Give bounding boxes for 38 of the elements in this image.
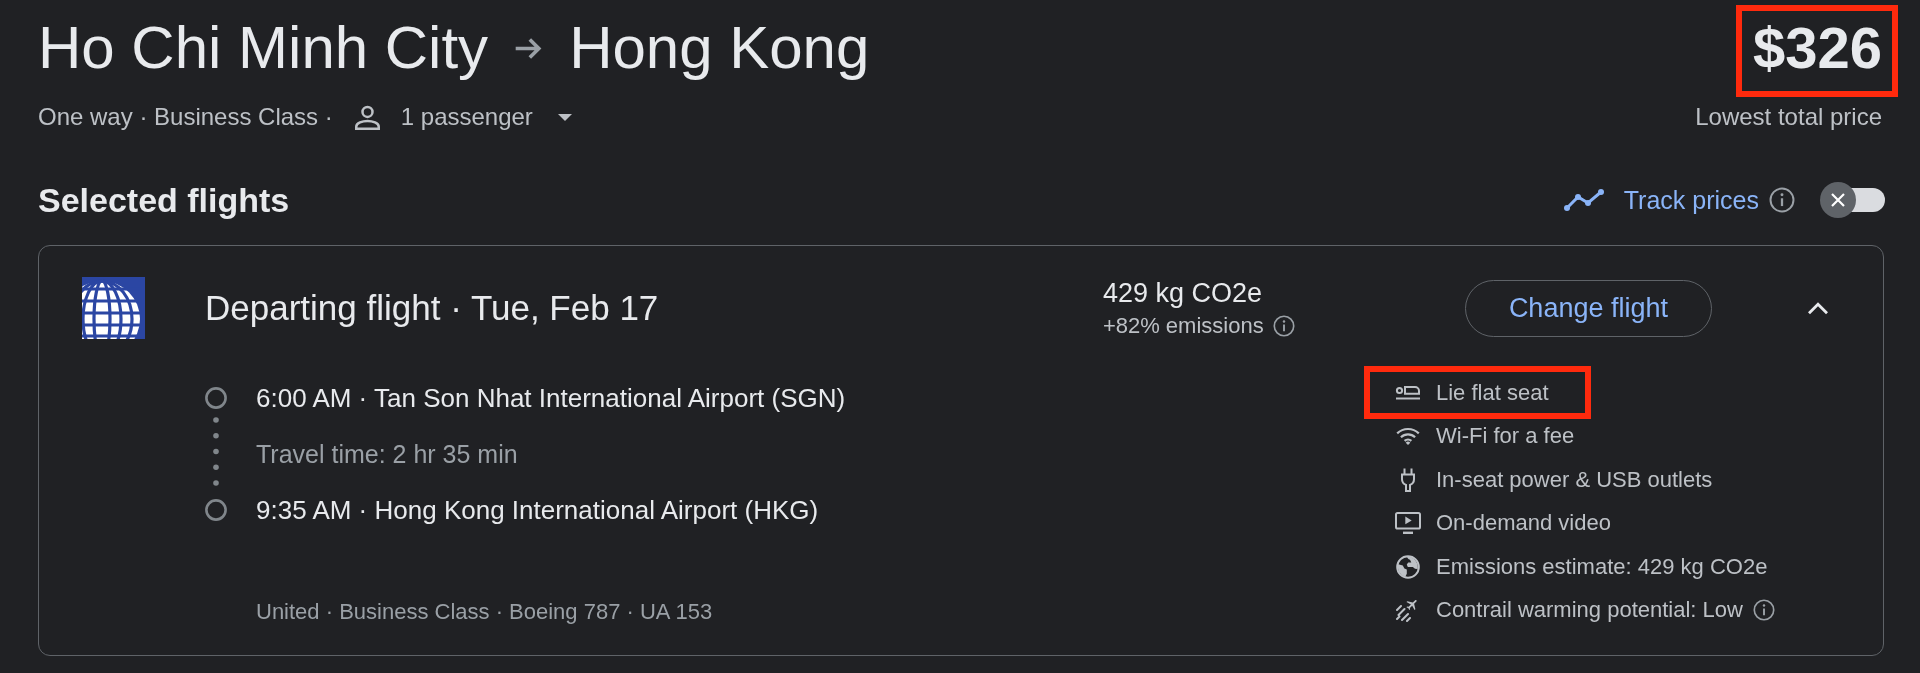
trend-line-icon [1563, 189, 1604, 211]
travel-time: Travel time: 2 hr 35 min [256, 439, 518, 470]
play-screen-icon [1395, 512, 1421, 535]
passenger-dropdown[interactable]: 1 passenger [354, 102, 572, 132]
amenity-label: Emissions estimate: 429 kg CO2e [1436, 552, 1768, 581]
info-icon[interactable] [1752, 599, 1775, 622]
section-title: Selected flights [38, 180, 290, 221]
amenity-label: Wi-Fi for a fee [1436, 422, 1575, 451]
globe-logo-icon [82, 277, 145, 339]
flight-title: Departing flight · Tue, Feb 17 [205, 287, 659, 329]
departure-line: 6:00 AM · Tan Son Nhat International Airport (SGN) [256, 382, 846, 415]
flight-details: United · Business Class · Boeing 787 · UA 153 [256, 600, 713, 624]
caret-down-icon [557, 113, 572, 121]
amenity-label: Lie flat seat [1436, 378, 1549, 407]
amenity-label: On-demand video [1436, 509, 1611, 538]
emissions-value: 429 kg CO2e [1102, 277, 1262, 309]
person-icon [354, 104, 380, 130]
info-icon[interactable] [1769, 187, 1795, 213]
wifi-icon [1396, 427, 1420, 446]
track-prices-switch[interactable] [1820, 182, 1885, 218]
info-icon[interactable] [1272, 315, 1295, 337]
flat-seat-icon [1395, 385, 1421, 401]
amenity-label: In-seat power & USB outlets [1436, 465, 1713, 494]
origin-city: Ho Chi Minh City [38, 13, 489, 83]
price-caption: Lowest total price [1695, 102, 1882, 132]
track-prices-link[interactable]: Track prices [1623, 184, 1759, 216]
arrow-right-icon [514, 36, 543, 60]
trip-summary: One way · Business Class · [38, 102, 333, 132]
x-mark-icon [1831, 193, 1845, 207]
price-amount: $326 [1752, 14, 1882, 82]
plane-icon [1396, 598, 1420, 623]
plug-icon [1400, 467, 1416, 492]
chevron-up-icon[interactable] [1807, 301, 1829, 315]
arrival-line: 9:35 AM · Hong Kong International Airport (HKG) [256, 494, 819, 527]
emissions-change: +82% emissions [1102, 313, 1264, 339]
globe-icon [1396, 554, 1420, 579]
destination-city: Hong Kong [569, 13, 870, 83]
amenity-label: Contrail warming potential: Low [1436, 596, 1743, 625]
